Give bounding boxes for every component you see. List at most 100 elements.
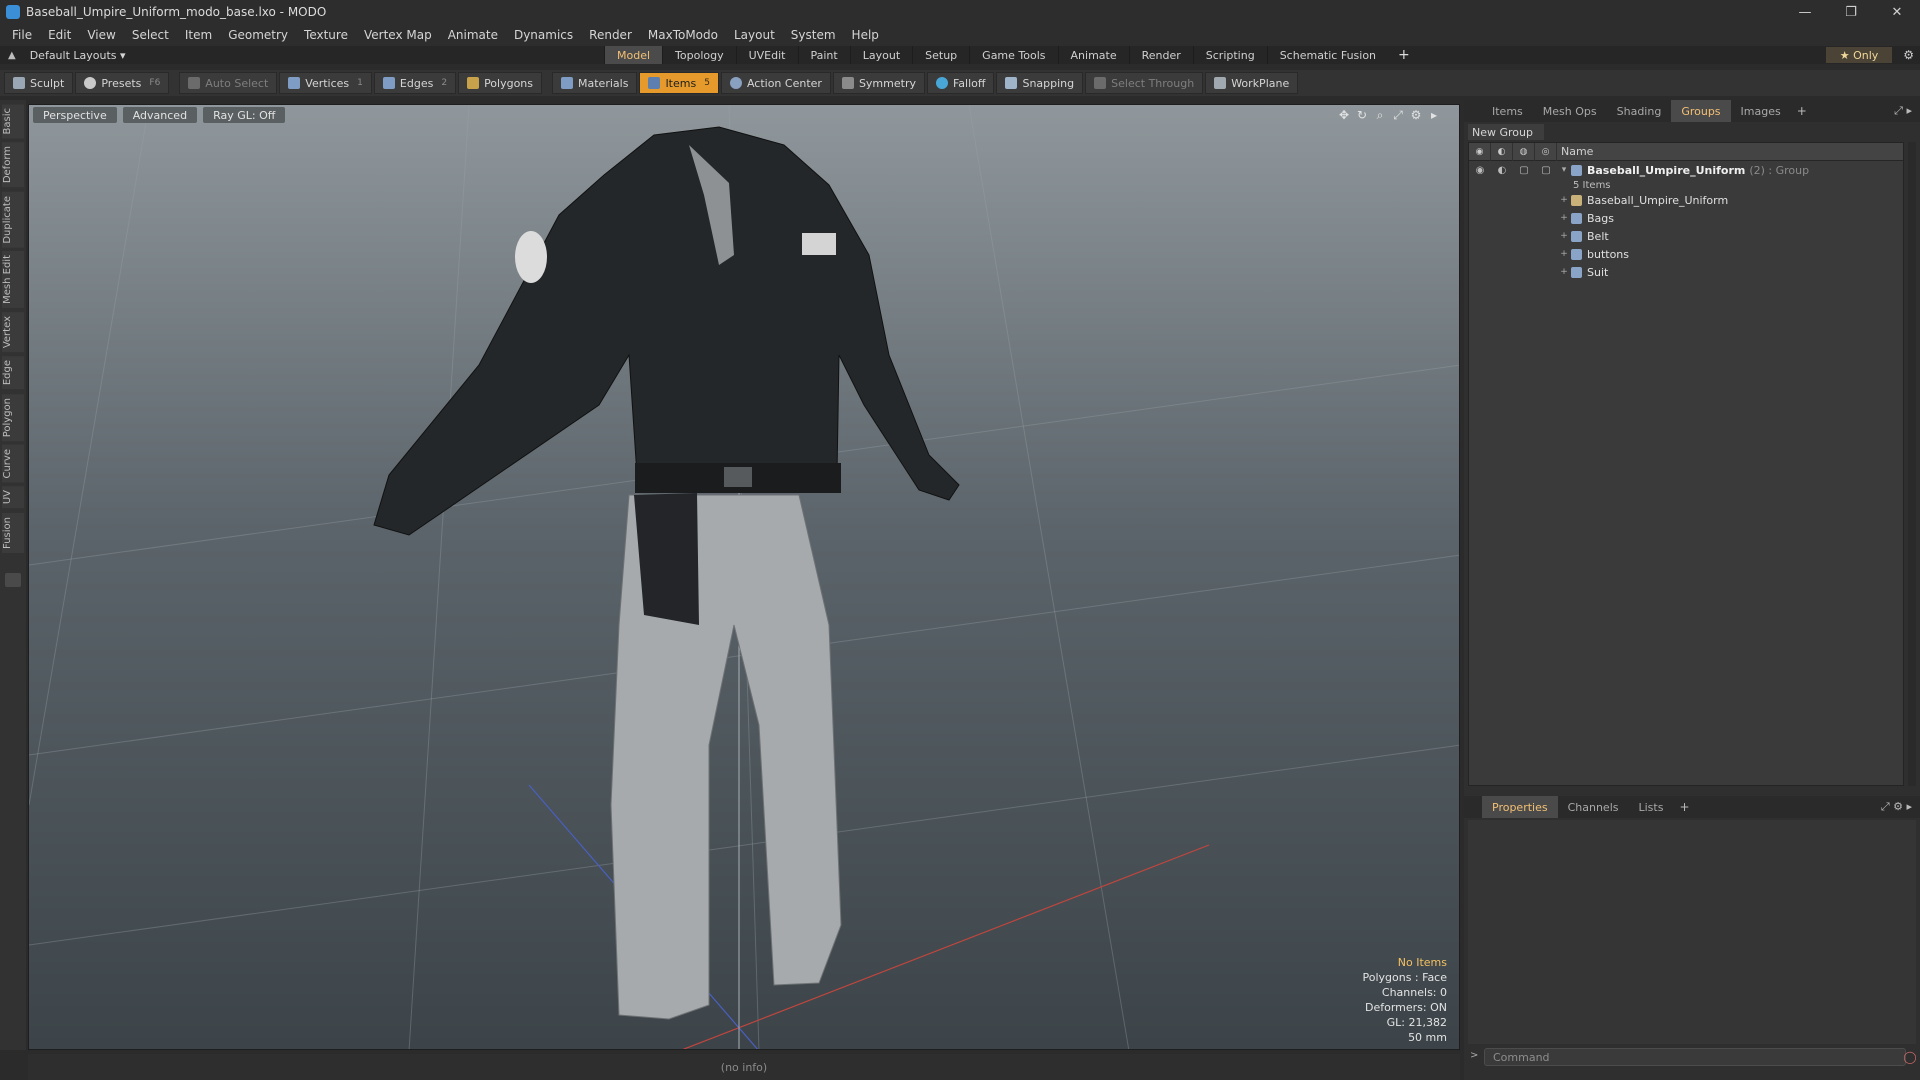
- menu-texture[interactable]: Texture: [296, 28, 356, 42]
- tab-game-tools[interactable]: Game Tools: [969, 46, 1057, 64]
- shading-button[interactable]: Advanced: [122, 107, 198, 123]
- vertices-button[interactable]: Vertices 1: [279, 72, 372, 94]
- tab-schematic-fusion[interactable]: Schematic Fusion: [1266, 46, 1388, 64]
- raygl-button[interactable]: Ray GL: Off: [203, 107, 286, 123]
- tab-properties[interactable]: Properties: [1482, 796, 1558, 818]
- menu-select[interactable]: Select: [124, 28, 177, 42]
- close-button[interactable]: ✕: [1874, 0, 1920, 24]
- vtab-curve[interactable]: Curve: [2, 444, 24, 483]
- menu-vertex-map[interactable]: Vertex Map: [356, 28, 440, 42]
- list-item[interactable]: + buttons: [1469, 245, 1903, 263]
- polygons-button[interactable]: Polygons: [458, 72, 543, 94]
- expand-panel-icon[interactable]: ⤢ ▸: [1894, 104, 1912, 118]
- palette-toggle[interactable]: [5, 572, 21, 587]
- group-row[interactable]: ◉ ◐ ▢ ▢ ▾ Baseball_Umpire_Uniform (2) : …: [1469, 161, 1903, 179]
- maximize-view-icon[interactable]: ⤢: [1389, 107, 1407, 123]
- more-options-icon[interactable]: ▸: [1425, 107, 1443, 123]
- symmetry-button[interactable]: Symmetry: [832, 72, 925, 94]
- action-center-button[interactable]: Action Center: [720, 72, 831, 94]
- umpire-uniform-model[interactable]: [373, 126, 960, 1020]
- menu-dynamics[interactable]: Dynamics: [506, 28, 581, 42]
- items-button[interactable]: Items 5: [639, 72, 719, 94]
- only-toggle[interactable]: ★ Only: [1826, 47, 1892, 63]
- menu-help[interactable]: Help: [844, 28, 887, 42]
- tab-shading[interactable]: Shading: [1607, 100, 1672, 122]
- groups-scrollbar[interactable]: [1908, 142, 1916, 786]
- group-select-icon[interactable]: ▢: [1535, 165, 1557, 176]
- command-history-icon[interactable]: >: [1470, 1050, 1478, 1061]
- sculpt-button[interactable]: Sculpt: [4, 72, 74, 94]
- workplane-button[interactable]: WorkPlane: [1205, 72, 1299, 94]
- tab-mesh-ops[interactable]: Mesh Ops: [1533, 100, 1607, 122]
- minimize-button[interactable]: —: [1782, 0, 1828, 24]
- command-input[interactable]: Command: [1484, 1048, 1906, 1066]
- vtab-vertex[interactable]: Vertex: [2, 312, 24, 353]
- visibility-column-icon[interactable]: ◉: [1469, 142, 1491, 161]
- tab-topology[interactable]: Topology: [662, 46, 736, 64]
- group-eye-icon[interactable]: ◉: [1469, 165, 1491, 176]
- properties-options-icon[interactable]: ⤢ ⚙ ▸: [1881, 800, 1912, 814]
- menu-system[interactable]: System: [783, 28, 844, 42]
- menu-animate[interactable]: Animate: [440, 28, 506, 42]
- menu-view[interactable]: View: [79, 28, 123, 42]
- group-render-icon[interactable]: ◐: [1491, 165, 1513, 176]
- rotate-view-icon[interactable]: ↻: [1353, 107, 1371, 123]
- command-clear-icon[interactable]: ◯: [1902, 1048, 1918, 1066]
- lock-column-icon[interactable]: ◍: [1513, 142, 1535, 161]
- gear-icon[interactable]: ⚙: [1903, 46, 1914, 64]
- group-collapse-icon[interactable]: ▾: [1557, 165, 1571, 175]
- move-view-icon[interactable]: ✥: [1335, 107, 1353, 123]
- new-group-button[interactable]: New Group: [1468, 124, 1544, 140]
- list-item[interactable]: + Bags: [1469, 209, 1903, 227]
- collapse-up-icon[interactable]: ▲: [8, 50, 16, 61]
- layouts-dropdown[interactable]: ▲ Default Layouts ▾: [0, 49, 600, 62]
- vtab-polygon[interactable]: Polygon: [2, 393, 24, 441]
- tab-layout[interactable]: Layout: [849, 46, 912, 64]
- scene-render[interactable]: [29, 105, 1460, 1050]
- vtab-fusion[interactable]: Fusion: [2, 512, 24, 553]
- tab-paint[interactable]: Paint: [797, 46, 850, 64]
- menu-maxtomodo[interactable]: MaxToModo: [640, 28, 726, 42]
- tab-animate[interactable]: Animate: [1057, 46, 1129, 64]
- add-properties-tab-button[interactable]: +: [1673, 800, 1695, 814]
- auto-select-button[interactable]: Auto Select: [179, 72, 278, 94]
- tab-scripting[interactable]: Scripting: [1192, 46, 1267, 64]
- edges-button[interactable]: Edges 2: [373, 72, 457, 94]
- menu-edit[interactable]: Edit: [40, 28, 79, 42]
- menu-render[interactable]: Render: [581, 28, 640, 42]
- list-item[interactable]: + Suit: [1469, 263, 1903, 281]
- vtab-duplicate[interactable]: Duplicate: [2, 191, 24, 248]
- materials-button[interactable]: Materials: [552, 72, 638, 94]
- add-panel-tab-button[interactable]: +: [1791, 104, 1813, 118]
- list-item[interactable]: + Belt: [1469, 227, 1903, 245]
- view-settings-icon[interactable]: ⚙: [1407, 107, 1425, 123]
- tab-images[interactable]: Images: [1731, 100, 1791, 122]
- menu-geometry[interactable]: Geometry: [220, 28, 296, 42]
- add-tab-button[interactable]: +: [1388, 46, 1420, 64]
- menu-item[interactable]: Item: [177, 28, 220, 42]
- 3d-viewport[interactable]: Perspective Advanced Ray GL: Off ✥ ↻ ⌕ ⤢…: [28, 104, 1460, 1050]
- menu-layout[interactable]: Layout: [726, 28, 783, 42]
- presets-button[interactable]: Presets F6: [75, 72, 170, 94]
- render-column-icon[interactable]: ◐: [1491, 142, 1513, 161]
- tab-channels[interactable]: Channels: [1558, 796, 1629, 818]
- vtab-mesh-edit[interactable]: Mesh Edit: [2, 251, 24, 309]
- menu-file[interactable]: File: [4, 28, 40, 42]
- expand-icon[interactable]: +: [1557, 195, 1571, 205]
- tab-setup[interactable]: Setup: [912, 46, 969, 64]
- expand-icon[interactable]: +: [1557, 213, 1571, 223]
- vtab-uv[interactable]: UV: [2, 486, 24, 509]
- tab-model[interactable]: Model: [604, 46, 663, 64]
- expand-icon[interactable]: +: [1557, 231, 1571, 241]
- tab-uvedit[interactable]: UVEdit: [735, 46, 798, 64]
- list-item[interactable]: + Baseball_Umpire_Uniform: [1469, 191, 1903, 209]
- vtab-basic[interactable]: Basic: [2, 104, 24, 139]
- tab-groups[interactable]: Groups: [1671, 100, 1731, 122]
- snapping-button[interactable]: Snapping: [996, 72, 1084, 94]
- tab-lists[interactable]: Lists: [1629, 796, 1674, 818]
- tab-render[interactable]: Render: [1128, 46, 1193, 64]
- vtab-deform[interactable]: Deform: [2, 142, 24, 188]
- tab-items[interactable]: Items: [1482, 100, 1533, 122]
- name-column-header[interactable]: Name: [1557, 145, 1593, 158]
- falloff-button[interactable]: Falloff: [926, 72, 995, 94]
